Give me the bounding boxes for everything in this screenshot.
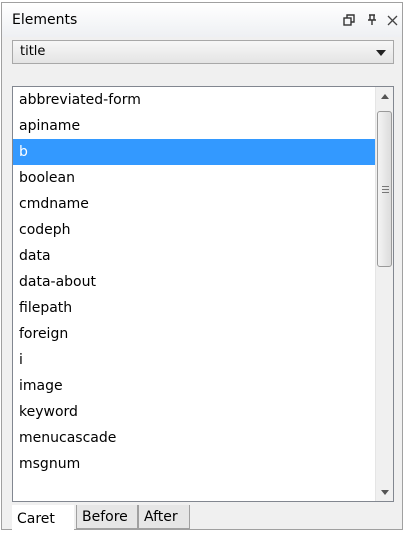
list-item[interactable]: menucascade xyxy=(13,425,375,451)
list-item[interactable]: image xyxy=(13,373,375,399)
panel-titlebar: Elements xyxy=(2,3,402,37)
restore-icon[interactable] xyxy=(338,9,360,31)
tab-caret[interactable]: Caret xyxy=(12,505,74,531)
scroll-thumb[interactable] xyxy=(377,111,392,267)
list-item[interactable]: data-about xyxy=(13,269,375,295)
list-item[interactable]: i xyxy=(13,347,375,373)
vertical-scrollbar[interactable] xyxy=(375,87,393,501)
list-item[interactable]: cmdname xyxy=(13,191,375,217)
list-item[interactable]: codeph xyxy=(13,217,375,243)
list-item[interactable]: data xyxy=(13,243,375,269)
list-item[interactable]: foreign xyxy=(13,321,375,347)
elements-list-items: abbreviated-form apiname b boolean cmdname co… xyxy=(13,87,375,477)
list-item[interactable]: b xyxy=(13,139,375,165)
combo-value: title xyxy=(20,44,46,59)
element-filter-combo[interactable]: title xyxy=(12,40,394,64)
elements-panel: Elements title abbreviated-form apiname b b… xyxy=(1,2,403,531)
panel-title: Elements xyxy=(12,12,78,28)
list-item[interactable]: msgnum xyxy=(13,451,375,477)
list-item[interactable]: apiname xyxy=(13,113,375,139)
list-item[interactable]: filepath xyxy=(13,295,375,321)
chevron-down-icon[interactable] xyxy=(376,50,386,56)
scroll-down-button[interactable] xyxy=(376,483,393,501)
tab-after[interactable]: After xyxy=(138,505,190,529)
list-item[interactable]: boolean xyxy=(13,165,375,191)
arrow-up-icon xyxy=(380,93,389,99)
elements-list[interactable]: abbreviated-form apiname b boolean cmdname co… xyxy=(12,86,394,502)
list-item[interactable]: abbreviated-form xyxy=(13,87,375,113)
tab-before[interactable]: Before xyxy=(76,505,138,529)
close-icon[interactable] xyxy=(381,9,403,31)
arrow-down-icon xyxy=(380,489,389,495)
list-item[interactable]: keyword xyxy=(13,399,375,425)
pin-icon[interactable] xyxy=(361,9,383,31)
scroll-up-button[interactable] xyxy=(376,87,393,105)
